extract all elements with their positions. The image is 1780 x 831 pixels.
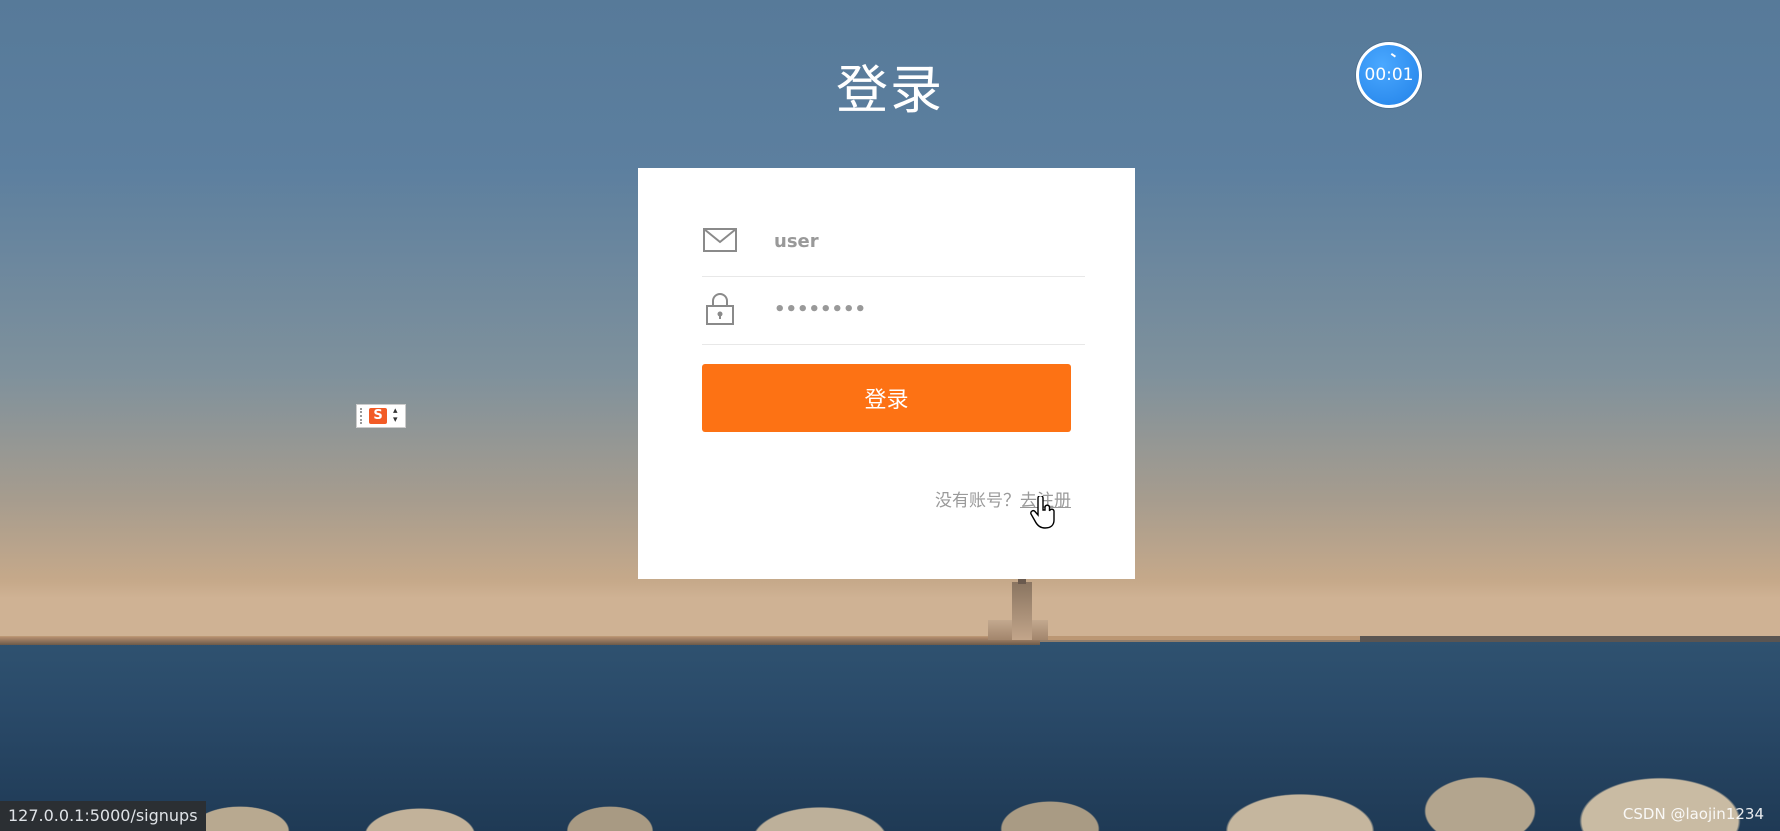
mail-icon <box>702 222 738 258</box>
password-input[interactable] <box>772 290 1076 328</box>
login-button[interactable]: 登录 <box>702 364 1071 432</box>
username-field <box>702 208 1085 277</box>
background-pier <box>0 637 1040 645</box>
ime-logo-icon[interactable]: S <box>369 408 387 424</box>
password-field <box>702 276 1085 345</box>
login-card: 登录 没有账号？去注册 <box>638 168 1135 579</box>
lock-icon <box>702 290 738 326</box>
hand-cursor-icon <box>1030 494 1056 530</box>
timer-badge[interactable]: 00:01 <box>1356 42 1422 108</box>
username-input[interactable] <box>772 222 1076 260</box>
status-bar-url: 127.0.0.1:5000/signups <box>0 801 206 831</box>
page-title: 登录 <box>835 61 944 121</box>
watermark: CSDN @laojin1234 <box>1622 805 1764 823</box>
ime-toolbar[interactable]: S ▴ ▾ <box>356 404 406 428</box>
background-lighthouse <box>1012 582 1032 640</box>
background-rocks <box>0 711 1780 831</box>
ime-arrows-icon[interactable]: ▴ ▾ <box>393 407 398 425</box>
background-pier-far <box>1360 636 1780 642</box>
ime-grip-icon[interactable] <box>360 408 364 424</box>
register-prompt: 没有账号？ <box>935 491 1020 511</box>
